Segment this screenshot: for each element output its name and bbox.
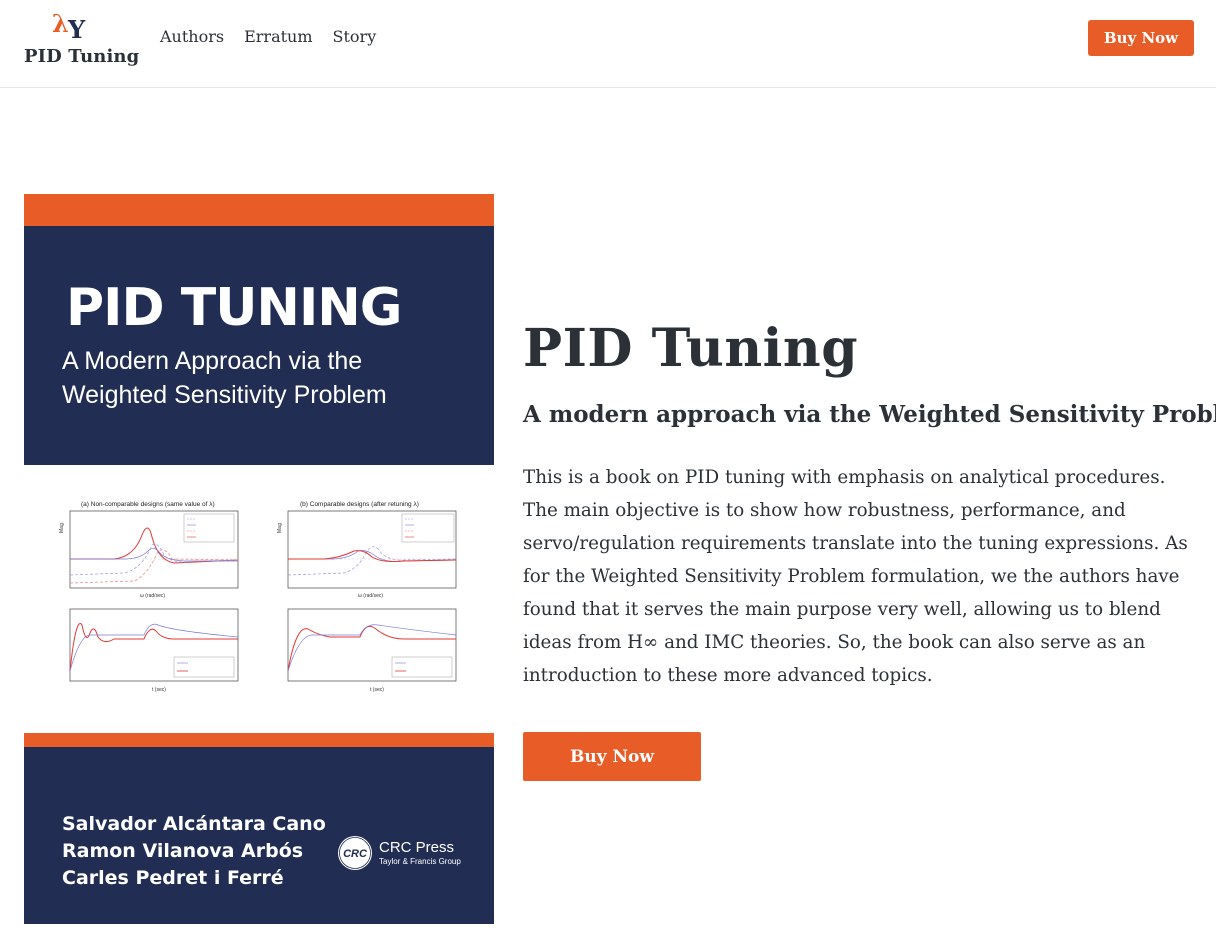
cover-title-block: PID TUNING A Modern Approach via the Wei… bbox=[24, 226, 494, 465]
plot-a-title: (a) Non-comparable designs (same value o… bbox=[81, 501, 215, 508]
nav-item-erratum[interactable]: Erratum bbox=[244, 27, 312, 46]
svg-text:Mag: Mag bbox=[59, 523, 65, 533]
main-nav: Authors Erratum Story bbox=[160, 27, 376, 46]
cover-authors: Salvador Alcántara Cano Ramon Vilanova A… bbox=[62, 811, 326, 892]
publisher-logo: CRC CRC Press Taylor & Francis Group bbox=[337, 835, 467, 875]
site-header: λ Y PID Tuning Authors Erratum Story Buy… bbox=[0, 0, 1216, 88]
page-subtitle: A modern approach via the Weighted Sensi… bbox=[523, 401, 1216, 428]
page-title: PID Tuning bbox=[523, 318, 859, 379]
brand-link[interactable]: λ Y PID Tuning bbox=[24, 10, 139, 72]
crc-logo-icon: CRC bbox=[338, 836, 372, 870]
cover-author: Carles Pedret i Ferré bbox=[62, 867, 284, 889]
cover-author: Ramon Vilanova Arbós bbox=[62, 840, 304, 862]
header-buy-now-button[interactable]: Buy Now bbox=[1088, 20, 1194, 56]
cover-bottom-block: Salvador Alcántara Cano Ramon Vilanova A… bbox=[24, 747, 494, 924]
brand-name: PID Tuning bbox=[24, 46, 140, 67]
cover-top-stripe bbox=[24, 194, 494, 226]
cover-plots: (a) Non-comparable designs (same value o… bbox=[24, 465, 494, 733]
plot-top-left: Mag ω (rad/sec) bbox=[59, 510, 239, 599]
nav-item-story[interactable]: Story bbox=[333, 27, 377, 46]
plot-b-title: (b) Comparable designs (after retuning λ… bbox=[300, 501, 419, 508]
plot-bottom-left: t (sec) bbox=[69, 608, 239, 693]
buy-now-button[interactable]: Buy Now bbox=[523, 732, 701, 781]
publisher-name: CRC Press bbox=[379, 839, 455, 856]
cover-author: Salvador Alcántara Cano bbox=[62, 813, 326, 835]
cover-plots-illustration: (a) Non-comparable designs (same value o… bbox=[59, 501, 457, 693]
book-cover: PID TUNING A Modern Approach via the Wei… bbox=[24, 194, 494, 924]
svg-text:Mag: Mag bbox=[277, 523, 283, 533]
plot-top-right: Mag ω (rad/sec) bbox=[277, 510, 457, 599]
svg-text:λ: λ bbox=[52, 10, 69, 38]
nav-item-authors[interactable]: Authors bbox=[160, 27, 224, 46]
svg-text:ω (rad/sec): ω (rad/sec) bbox=[140, 593, 165, 599]
cover-bottom-stripe bbox=[24, 733, 494, 747]
cover-subtitle: A Modern Approach via the Weighted Sensi… bbox=[62, 347, 387, 409]
plot-bottom-right: t (sec) bbox=[287, 608, 457, 693]
svg-text:Y: Y bbox=[67, 15, 86, 40]
book-description: This is a book on PID tuning with emphas… bbox=[523, 467, 1188, 686]
cover-title: PID TUNING bbox=[66, 278, 402, 338]
svg-text:ω (rad/sec): ω (rad/sec) bbox=[358, 593, 383, 599]
publisher-group: Taylor & Francis Group bbox=[379, 857, 461, 866]
svg-text:t (sec): t (sec) bbox=[152, 687, 166, 693]
crc-logo-text: CRC bbox=[343, 848, 368, 860]
svg-text:t (sec): t (sec) bbox=[370, 687, 384, 693]
lambda-y-logo-icon: λ Y bbox=[52, 10, 86, 40]
